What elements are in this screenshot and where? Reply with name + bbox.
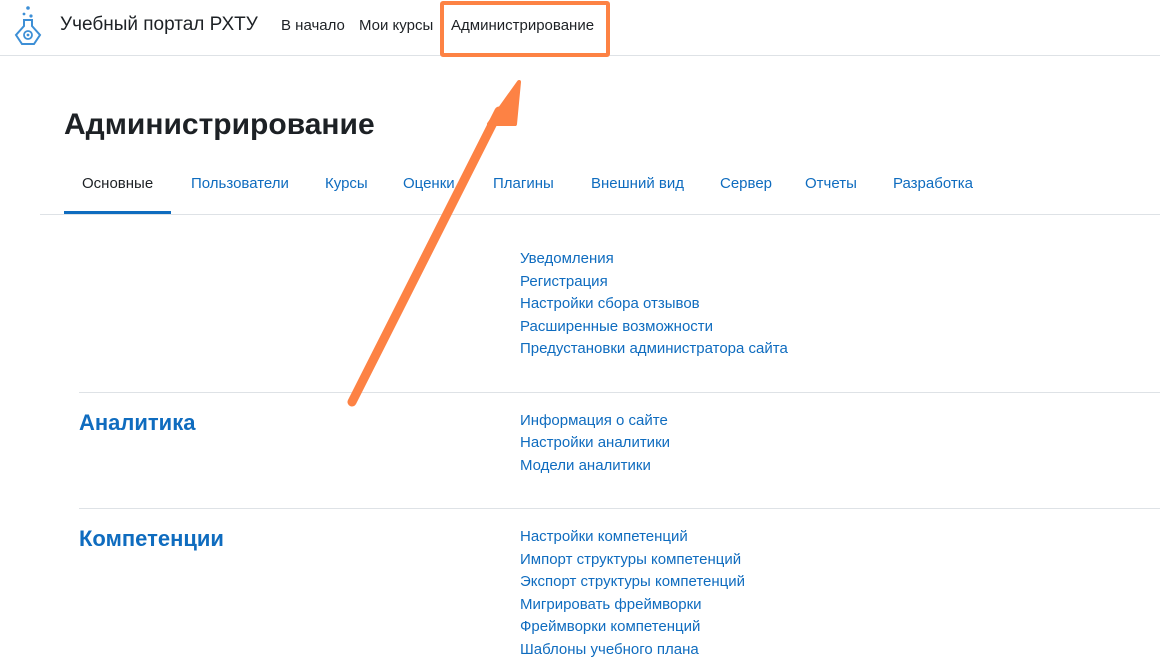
link-competency-settings[interactable]: Настройки компетенций: [520, 528, 688, 545]
tab-users[interactable]: Пользователи: [191, 175, 289, 192]
link-admin-presets[interactable]: Предустановки администратора сайта: [520, 340, 788, 357]
active-tab-indicator: [64, 211, 171, 214]
link-feedback-settings[interactable]: Настройки сбора отзывов: [520, 295, 700, 312]
tab-grades[interactable]: Оценки: [403, 175, 455, 192]
tab-server[interactable]: Сервер: [720, 175, 772, 192]
section-title-competencies[interactable]: Компетенции: [79, 526, 224, 552]
link-migrate-frameworks[interactable]: Мигрировать фреймворки: [520, 596, 702, 613]
annotation-arrow-icon: [347, 80, 521, 407]
site-name[interactable]: Учебный портал РХТУ: [60, 14, 258, 36]
link-import-competency-framework[interactable]: Импорт структуры компетенций: [520, 551, 741, 568]
link-analytics-models[interactable]: Модели аналитики: [520, 457, 651, 474]
page-title: Администрирование: [64, 108, 375, 141]
link-advanced-features[interactable]: Расширенные возможности: [520, 318, 713, 335]
tab-reports[interactable]: Отчеты: [805, 175, 857, 192]
tab-appearance[interactable]: Внешний вид: [591, 175, 684, 192]
link-export-competency-framework[interactable]: Экспорт структуры компетенций: [520, 573, 745, 590]
section-title-analytics[interactable]: Аналитика: [79, 410, 195, 436]
tab-courses[interactable]: Курсы: [325, 175, 368, 192]
annotation-highlight-box: [440, 1, 610, 57]
tab-development[interactable]: Разработка: [893, 175, 973, 192]
nav-my-courses[interactable]: Мои курсы: [359, 17, 433, 34]
flask-logo-icon[interactable]: [12, 5, 44, 47]
tab-general[interactable]: Основные: [82, 175, 153, 192]
link-competency-frameworks[interactable]: Фреймворки компетенций: [520, 618, 700, 635]
tab-plugins[interactable]: Плагины: [493, 175, 554, 192]
section-divider: [79, 508, 1160, 509]
link-notifications[interactable]: Уведомления: [520, 250, 614, 267]
link-learning-plan-templates[interactable]: Шаблоны учебного плана: [520, 641, 699, 658]
link-registration[interactable]: Регистрация: [520, 273, 608, 290]
admin-tabs: Основные Пользователи Курсы Оценки Плаги…: [40, 160, 1160, 215]
section-divider: [79, 392, 1160, 393]
link-analytics-settings[interactable]: Настройки аналитики: [520, 434, 670, 451]
link-site-info[interactable]: Информация о сайте: [520, 412, 668, 429]
nav-home[interactable]: В начало: [281, 17, 345, 34]
